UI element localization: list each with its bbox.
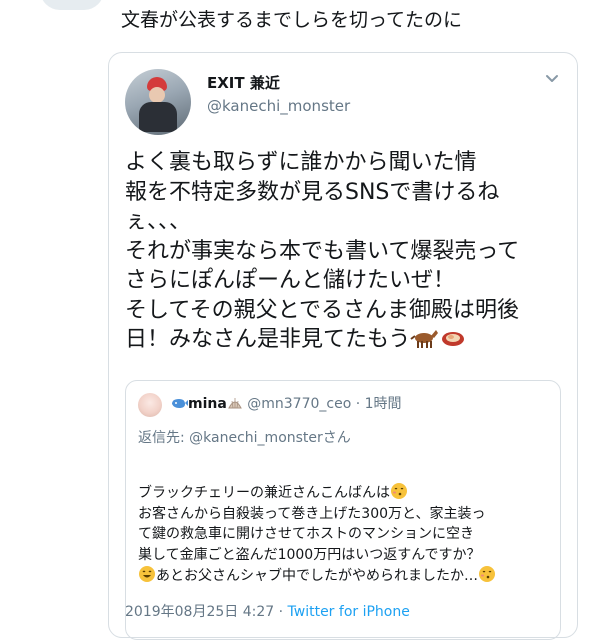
chevron-down-icon[interactable] bbox=[543, 69, 561, 87]
status-text: 文春が公表するまでしらを切ってたのに bbox=[121, 9, 463, 31]
author-handle[interactable]: @kanechi_monster bbox=[207, 97, 350, 115]
author-avatar[interactable] bbox=[125, 69, 191, 135]
grinning-face-icon bbox=[139, 566, 155, 582]
screenshot: 文春が公表するまでしらを切ってたのに EXIT 兼近 @kanechi_mons… bbox=[0, 0, 606, 640]
tweet-text: よく裏も取らずに誰かから聞いた情 報を不特定多数が見るSNSで書けるね ぇ、、、… bbox=[125, 148, 565, 355]
quoted-author-name[interactable]: mina bbox=[188, 396, 227, 412]
tweet-footer: 2019年08月25日 4:27 · Twitter for iPhone bbox=[125, 601, 410, 621]
quoted-text-segment: ブラックチェリーの兼近さんこんばんは bbox=[138, 485, 390, 501]
tweet-text-line: 報を不特定多数が見るSNSで書けるね bbox=[125, 179, 500, 205]
shell-icon bbox=[228, 398, 242, 409]
quoted-text: ブラックチェリーの兼近さんこんばんは お客さんから自殺装って巻き上げた300万と… bbox=[138, 482, 553, 587]
tweet-text-line-last: 日！みなさん是非見てたもう bbox=[125, 325, 565, 355]
avatar-face bbox=[149, 87, 165, 103]
quoted-text-segment: あとお父さんシャブ中でしたがやめられましたか… bbox=[156, 568, 478, 584]
kissing-face-icon bbox=[479, 566, 495, 582]
quoted-text-line: 巣して金庫ごと盗んだ1000万円はいつ返すんですか？ bbox=[138, 546, 481, 563]
quoted-author-avatar[interactable] bbox=[138, 393, 162, 417]
tweet-text-line: さらにぽんぽーんと儲けたいぜ！ bbox=[125, 268, 456, 293]
quoted-text-line: ブラックチェリーの兼近さんこんばんは bbox=[138, 482, 553, 504]
tweet-text-line: よく裏も取らずに誰かから聞いた情 bbox=[125, 150, 477, 175]
quoted-text-line: て鍵の救急車に開けさせてホストのマンションに空き bbox=[138, 526, 474, 542]
reply-to[interactable]: 返信先: @kanechi_monsterさん bbox=[138, 427, 351, 447]
quoted-header: mina @mn3770_ceo · 1時間 bbox=[170, 394, 402, 414]
tweet-text-line: 日！みなさん是非見てたもう bbox=[125, 327, 411, 352]
tweet-text-line: ぇ、、、 bbox=[125, 209, 192, 234]
quoted-author-handle[interactable]: @mn3770_ceo bbox=[247, 396, 351, 412]
tweet-text-line: そしてその親父とでるさんま御殿は明後 bbox=[125, 297, 520, 323]
meta-separator: · bbox=[351, 396, 365, 412]
tweet-text-line: それが事実なら本でも書いて爆裂売って bbox=[125, 238, 520, 264]
whale-icon bbox=[172, 399, 188, 408]
reply-avatar[interactable] bbox=[40, 0, 104, 10]
quoted-text-line: あとお父さんシャブ中でしたがやめられましたか… bbox=[138, 565, 553, 587]
meat-icon bbox=[442, 332, 465, 346]
author-name[interactable]: EXIT 兼近 bbox=[207, 72, 280, 93]
kissing-face-icon bbox=[391, 483, 407, 499]
footer-separator: · bbox=[274, 604, 288, 620]
horse-icon bbox=[410, 330, 439, 348]
quoted-text-line: お客さんから自殺装って巻き上げた300万と、家主装っ bbox=[138, 505, 486, 522]
timestamp[interactable]: 2019年08月25日 4:27 bbox=[125, 604, 274, 620]
avatar-body bbox=[139, 102, 177, 132]
tweet-card[interactable]: EXIT 兼近 @kanechi_monster よく裏も取らずに誰かから聞いた… bbox=[108, 52, 578, 640]
source-link[interactable]: Twitter for iPhone bbox=[288, 604, 410, 620]
quoted-time: 1時間 bbox=[364, 396, 402, 412]
